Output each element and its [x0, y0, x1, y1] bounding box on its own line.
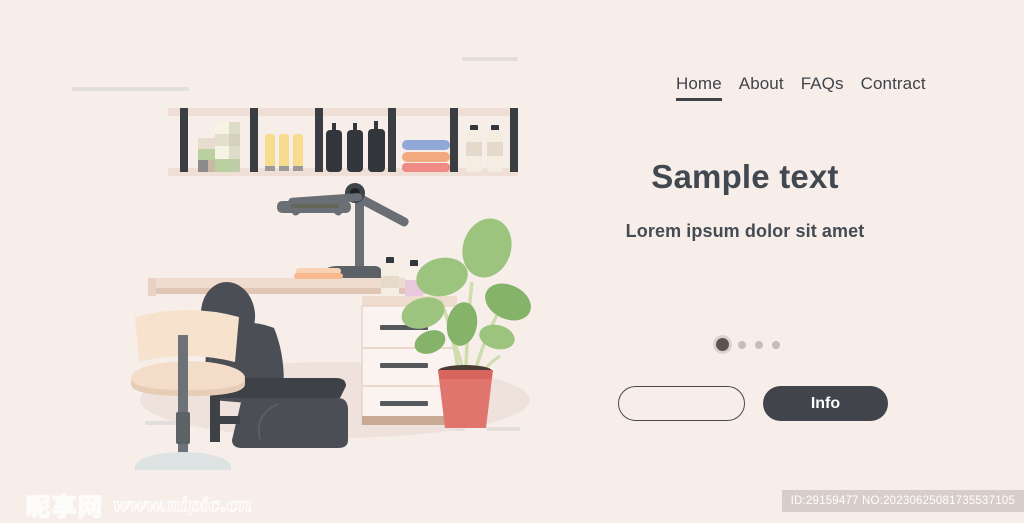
- chair-base-block: [232, 398, 348, 448]
- site-watermark: 昵享网 www.nipic.cn: [25, 487, 252, 522]
- cabinet-base: [362, 416, 457, 425]
- stool: [131, 310, 245, 470]
- shelf-top-board: [168, 108, 518, 116]
- shelf-divider: [388, 108, 396, 172]
- hero-subheadline: Lorem ipsum dolor sit amet: [625, 221, 865, 241]
- plant-pot-rim: [438, 370, 493, 379]
- carousel-dot-1[interactable]: [716, 338, 729, 351]
- watermark-id-badge: ID:29159477 NO:20230625081735537105: [781, 490, 1024, 512]
- desk: [148, 278, 448, 296]
- carousel-dot-2[interactable]: [738, 340, 746, 349]
- nav-item-contract[interactable]: Contract: [861, 74, 926, 101]
- screenshot-root: Home About FAQs Contract Sample text Lor…: [0, 0, 1024, 523]
- drawer-handle[interactable]: [380, 401, 428, 406]
- carousel-dots: [716, 338, 780, 351]
- watermark-brand-cn: 昵享网: [25, 492, 104, 522]
- main-navigation: Home About FAQs Contract: [676, 74, 926, 101]
- shelf-yellow-bottles: [265, 134, 303, 171]
- lamp-shade: [277, 201, 351, 216]
- hero-button-row: Info: [618, 386, 888, 421]
- salon-workplace-illustration: [131, 108, 531, 470]
- desk-towels: [294, 268, 343, 279]
- watermark-site-url: www.nipic.cn: [112, 493, 252, 516]
- shelf-light-bottles: [466, 125, 503, 172]
- drawer-handle[interactable]: [380, 363, 428, 368]
- wall-shelf: [168, 108, 518, 176]
- shelf-divider: [250, 108, 258, 172]
- stool-pole: [178, 335, 188, 465]
- secondary-button[interactable]: [618, 386, 745, 421]
- carousel-dot-3[interactable]: [755, 340, 763, 349]
- shelf-color-towels: [402, 140, 450, 172]
- shelf-divider: [180, 108, 188, 172]
- shelf-divider: [315, 108, 323, 172]
- desk-top-edge: [148, 288, 448, 294]
- hero-headline: Sample text: [651, 158, 839, 195]
- nav-item-home[interactable]: Home: [676, 74, 722, 101]
- shelf-divider: [510, 108, 518, 172]
- info-button[interactable]: Info: [763, 386, 888, 421]
- nav-item-about[interactable]: About: [739, 74, 784, 101]
- plant-leaf: [485, 283, 531, 321]
- shelf-towel-stack: [198, 122, 240, 172]
- carousel-dot-4[interactable]: [772, 340, 780, 349]
- nav-item-faqs[interactable]: FAQs: [801, 74, 844, 101]
- shelf-dark-bottles: [326, 121, 385, 172]
- shelf-divider: [450, 108, 458, 172]
- desk-top: [148, 278, 448, 288]
